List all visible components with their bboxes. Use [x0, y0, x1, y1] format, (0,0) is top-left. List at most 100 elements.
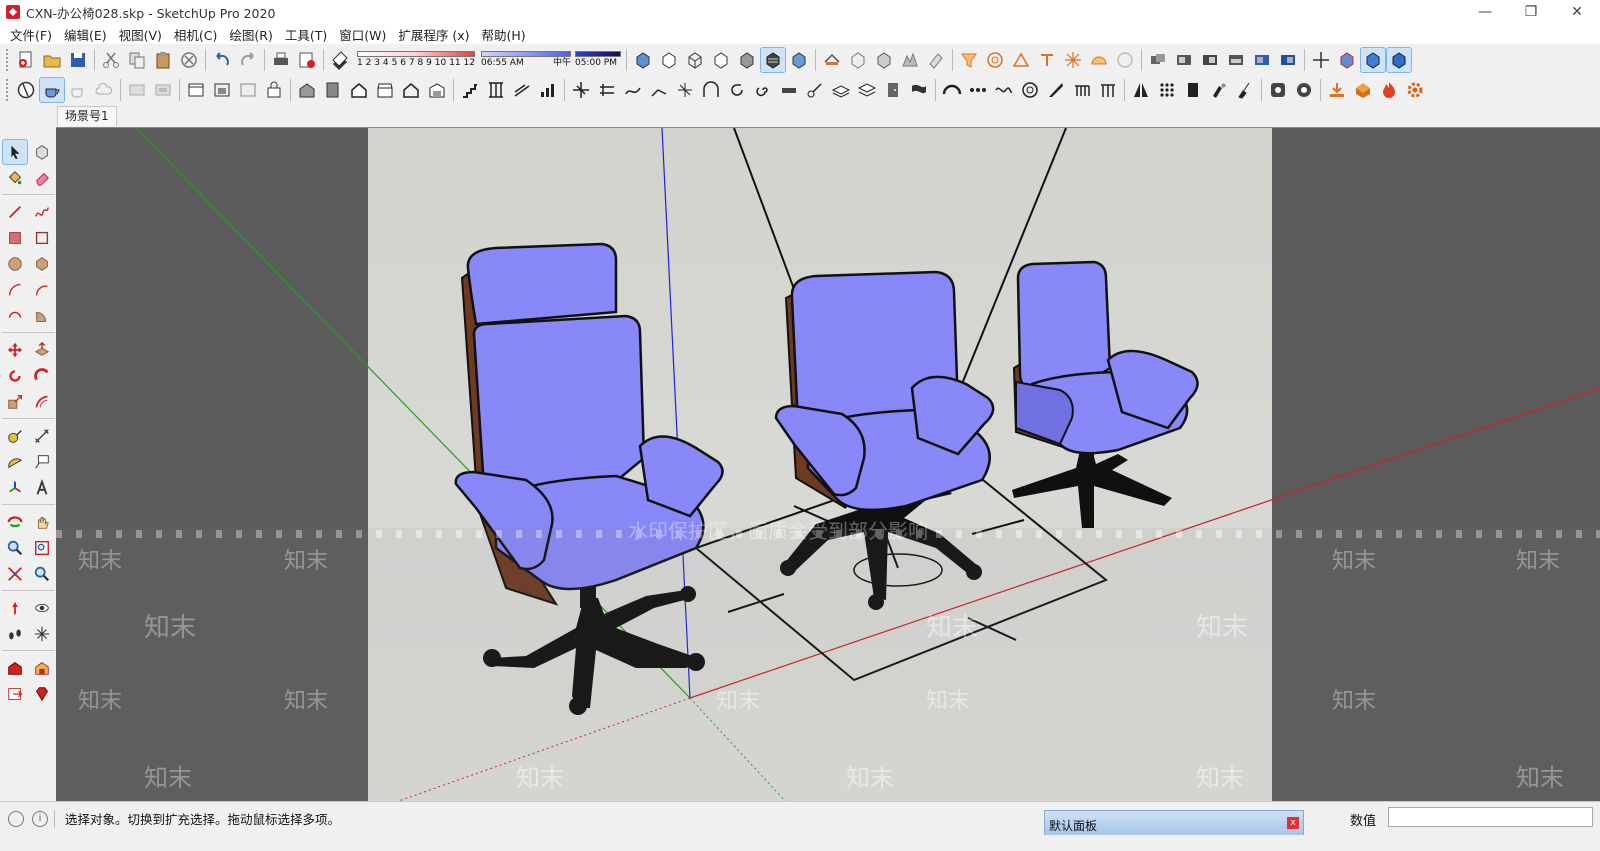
window-frame-3-icon[interactable]	[236, 78, 260, 102]
align-top-icon[interactable]	[125, 78, 149, 102]
front-view-icon[interactable]	[1386, 47, 1412, 73]
viewport-canvas[interactable]: 水印保护区，画质会受到部分影响 知末 知末 知末 知末 知末 知末 知末 知末 …	[56, 128, 1600, 801]
spiral-2-icon[interactable]	[1018, 78, 1042, 102]
stairs-icon[interactable]	[458, 78, 482, 102]
gear-frame-icon[interactable]	[1266, 78, 1290, 102]
menu-file[interactable]: 文件(F)	[4, 25, 58, 44]
shadow-time-bar[interactable]	[481, 51, 571, 57]
box-icon[interactable]	[846, 48, 870, 72]
section-plane-icon[interactable]	[820, 48, 844, 72]
ruler-tilt-icon[interactable]	[1044, 78, 1068, 102]
t-shape-icon[interactable]	[1035, 48, 1059, 72]
broom-icon[interactable]	[1233, 78, 1257, 102]
menu-draw[interactable]: 绘图(R)	[223, 25, 278, 44]
house-icon[interactable]	[347, 78, 371, 102]
close-button[interactable]: ✕	[1554, 0, 1600, 24]
geo-location-icon[interactable]	[8, 810, 24, 827]
layers-stack-icon[interactable]	[829, 78, 853, 102]
pergola-icon[interactable]	[1096, 78, 1120, 102]
lock-frame-icon[interactable]	[262, 78, 286, 102]
back-edges-icon[interactable]	[657, 48, 681, 72]
menu-tools[interactable]: 工具(T)	[279, 25, 333, 44]
send-layout-icon[interactable]	[3, 682, 27, 706]
print-icon[interactable]	[269, 48, 293, 72]
previous-view-icon[interactable]	[30, 562, 54, 586]
orbit-tool-icon[interactable]	[3, 510, 27, 534]
gear-orange-icon[interactable]	[1403, 78, 1427, 102]
bars-chart-icon[interactable]	[536, 78, 560, 102]
ruby-gem-icon[interactable]	[30, 682, 54, 706]
menu-camera[interactable]: 相机(C)	[168, 25, 223, 44]
horizontal-lines-icon[interactable]	[595, 78, 619, 102]
teapot-icon[interactable]	[39, 77, 65, 103]
warehouse-icon[interactable]	[295, 78, 319, 102]
drape-icon[interactable]	[924, 48, 948, 72]
tape-measure-icon[interactable]	[3, 424, 27, 448]
wave-icon[interactable]	[992, 78, 1016, 102]
component-stack-icon[interactable]	[1146, 48, 1170, 72]
scene-tab-1[interactable]: 场景号1	[57, 106, 117, 126]
two-point-arc-icon[interactable]	[30, 278, 54, 302]
axes-tool-icon[interactable]	[3, 476, 27, 500]
three-point-arc-icon[interactable]	[3, 304, 27, 328]
helmet-icon[interactable]	[1087, 48, 1111, 72]
shop-icon[interactable]	[373, 78, 397, 102]
tray-close-button[interactable]: x	[1287, 817, 1299, 829]
door-icon[interactable]	[881, 78, 905, 102]
align-center-icon[interactable]	[151, 78, 175, 102]
shaded-icon[interactable]	[735, 48, 759, 72]
pen-path-icon[interactable]	[803, 78, 827, 102]
menu-edit[interactable]: 编辑(E)	[58, 25, 113, 44]
save-icon[interactable]	[66, 48, 90, 72]
columns-icon[interactable]	[484, 78, 508, 102]
download-tray-icon[interactable]	[1325, 78, 1349, 102]
make-component-icon[interactable]	[30, 140, 54, 164]
shadow-time-end-slider[interactable]: 05:00 PM	[575, 51, 621, 69]
star-path-icon[interactable]	[673, 78, 697, 102]
teapot-outline-icon[interactable]	[66, 78, 90, 102]
curve-tool-icon[interactable]	[621, 78, 645, 102]
sparkle-icon[interactable]	[1061, 48, 1085, 72]
toolbar-grip[interactable]	[6, 79, 10, 101]
shadow-time-slider[interactable]: 06:55 AM 中午	[481, 51, 571, 69]
erase-delete-icon[interactable]	[177, 48, 201, 72]
window-frame-icon[interactable]	[184, 78, 208, 102]
select-tool-icon[interactable]	[2, 139, 28, 165]
rectangle-tool-icon[interactable]	[3, 226, 27, 250]
record-icon[interactable]	[1292, 78, 1316, 102]
model-viewport[interactable]: 水印保护区，画质会受到部分影响 知末 知末 知末 知末 知末 知末 知末 知末 …	[56, 127, 1600, 801]
book-icon[interactable]	[321, 78, 345, 102]
offset-tool-icon[interactable]	[30, 390, 54, 414]
monochrome-icon[interactable]	[787, 48, 811, 72]
sandbox-icon[interactable]	[898, 48, 922, 72]
freehand-icon[interactable]	[30, 200, 54, 224]
arch-icon[interactable]	[699, 78, 723, 102]
extension-warehouse-icon[interactable]	[30, 656, 54, 680]
target-icon[interactable]	[983, 48, 1007, 72]
solid-box-icon[interactable]	[872, 48, 896, 72]
3d-text-icon[interactable]	[30, 476, 54, 500]
copy-icon[interactable]	[125, 48, 149, 72]
protractor-orange-icon[interactable]	[1009, 48, 1033, 72]
layer-5-icon[interactable]	[1276, 48, 1300, 72]
new-file-icon[interactable]	[14, 48, 38, 72]
xray-icon[interactable]	[631, 48, 655, 72]
axes-icon[interactable]	[1309, 48, 1333, 72]
model-info-icon[interactable]	[295, 48, 319, 72]
disabled-target-icon[interactable]	[1113, 48, 1137, 72]
push-pull-icon[interactable]	[30, 338, 54, 362]
layer-2-icon[interactable]	[1198, 48, 1222, 72]
walk-tool-icon[interactable]	[3, 622, 27, 646]
open-folder-icon[interactable]	[40, 48, 64, 72]
paste-icon[interactable]	[151, 48, 175, 72]
position-camera-icon[interactable]	[3, 596, 27, 620]
circle-tool-icon[interactable]	[3, 252, 27, 276]
window-frame-2-icon[interactable]	[210, 78, 234, 102]
house-outline-icon[interactable]	[399, 78, 423, 102]
check-circle-icon[interactable]	[14, 78, 38, 102]
shaded-textures-icon[interactable]	[760, 47, 786, 73]
paint-bucket-icon[interactable]	[3, 166, 27, 190]
shadow-time-end-bar[interactable]	[575, 51, 621, 57]
minimize-button[interactable]: —	[1462, 0, 1508, 24]
scale-tool-icon[interactable]	[3, 390, 27, 414]
